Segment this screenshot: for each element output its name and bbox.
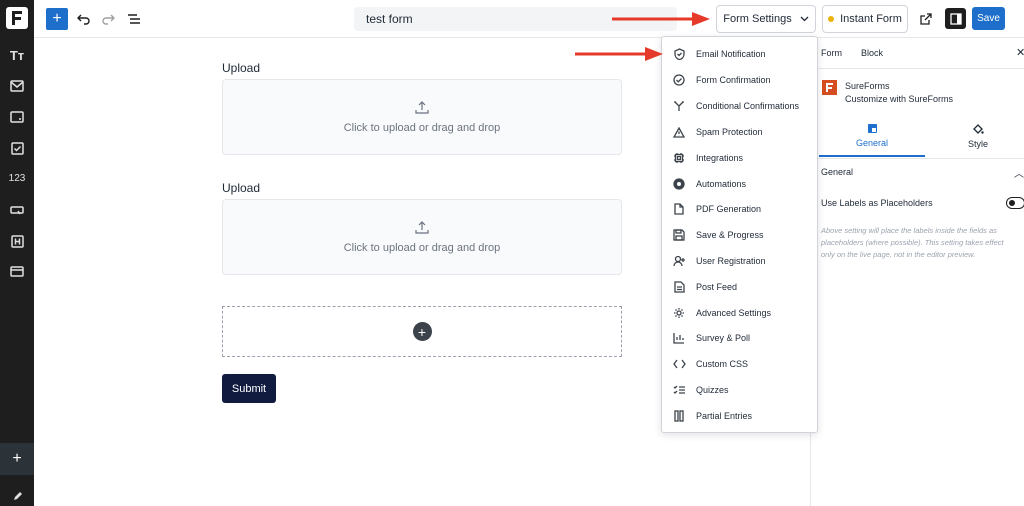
sureforms-logo-icon	[822, 80, 837, 95]
post-icon	[662, 281, 696, 293]
settings-panel-toggle-icon[interactable]	[945, 8, 966, 29]
redo-icon[interactable]	[98, 9, 118, 29]
tab-general[interactable]: General	[819, 115, 925, 157]
upload-label-1: Upload	[222, 61, 261, 75]
menu-item-advanced-settings[interactable]: Advanced Settings	[662, 302, 817, 324]
save-icon	[662, 229, 696, 241]
save-button[interactable]: Save	[972, 7, 1005, 30]
warning-icon	[662, 126, 696, 138]
shield-icon	[662, 48, 696, 60]
text-icon[interactable]: Tт	[0, 45, 34, 65]
upload-label-2: Upload	[222, 181, 261, 195]
brand-name: SureForms	[845, 81, 890, 91]
tab-block[interactable]: Block	[861, 48, 883, 58]
top-toolbar: + test form Form Settings Instant Form S…	[34, 0, 1024, 38]
pencil-icon[interactable]	[0, 486, 34, 506]
quiz-icon	[662, 385, 696, 396]
form-settings-menu: Email Notification Form Confirmation Con…	[661, 36, 818, 433]
tab-form[interactable]: Form	[821, 48, 842, 58]
menu-item-post-feed[interactable]: Post Feed	[662, 276, 817, 298]
annotation-arrow-icon	[575, 47, 663, 61]
status-dot-icon	[828, 16, 835, 22]
menu-item-survey-poll[interactable]: Survey & Poll	[662, 327, 817, 349]
upload-prompt-1: Click to upload or drag and drop	[343, 122, 501, 134]
branch-icon	[662, 100, 696, 112]
card-icon[interactable]	[0, 261, 34, 281]
block-sidebar: Tт 123 +	[0, 0, 34, 506]
menu-item-user-registration[interactable]: User Registration	[662, 250, 817, 272]
list-view-icon[interactable]	[124, 9, 144, 29]
brand-subtitle: Customize with SureForms	[845, 94, 954, 104]
menu-item-partial-entries[interactable]: Partial Entries	[662, 405, 817, 427]
divider	[811, 68, 1024, 69]
undo-icon[interactable]	[74, 9, 94, 29]
instant-form-button[interactable]: Instant Form	[822, 5, 908, 33]
external-link-icon[interactable]	[916, 9, 936, 29]
instant-form-label: Instant Form	[840, 13, 902, 25]
menu-item-custom-css[interactable]: Custom CSS	[662, 353, 817, 375]
mail-icon[interactable]	[0, 76, 34, 96]
partial-icon	[662, 410, 696, 422]
chevron-up-icon[interactable]: ︿	[1014, 165, 1024, 180]
upload-icon	[415, 221, 429, 234]
document-icon	[662, 203, 696, 215]
checkbox-icon[interactable]	[0, 138, 34, 158]
upload-prompt-2: Click to upload or drag and drop	[343, 242, 501, 254]
gear-icon	[662, 307, 696, 319]
user-plus-icon	[662, 255, 696, 267]
divider	[811, 158, 1024, 159]
add-block-button[interactable]: +	[46, 8, 68, 30]
use-labels-toggle[interactable]	[1006, 197, 1024, 209]
logo-icon[interactable]	[6, 7, 28, 29]
paint-bucket-icon	[973, 124, 984, 134]
menu-item-automations[interactable]: Automations	[662, 173, 817, 195]
form-settings-label: Form Settings	[723, 13, 792, 25]
upload-dropzone-1[interactable]: Click to upload or drag and drop	[222, 79, 622, 155]
bar-chart-icon	[662, 332, 696, 344]
section-title[interactable]: General	[821, 167, 853, 177]
tab-style[interactable]: Style	[925, 115, 1024, 157]
annotation-arrow-icon	[612, 12, 710, 26]
settings-panel: Form Block ✕ SureForms Customize with Su…	[810, 39, 1024, 506]
submit-button[interactable]: Submit	[222, 374, 276, 403]
plus-icon[interactable]: +	[0, 443, 34, 475]
menu-item-quizzes[interactable]: Quizzes	[662, 379, 817, 401]
check-circle-icon	[662, 74, 696, 86]
close-icon[interactable]: ✕	[1016, 46, 1024, 59]
form-settings-button[interactable]: Form Settings	[716, 5, 816, 33]
code-icon	[662, 359, 696, 369]
menu-item-save-progress[interactable]: Save & Progress	[662, 224, 817, 246]
use-labels-option-label: Use Labels as Placeholders	[821, 198, 933, 208]
button-icon[interactable]	[0, 200, 34, 220]
menu-item-email-notification[interactable]: Email Notification	[662, 43, 817, 65]
menu-item-spam-protection[interactable]: Spam Protection	[662, 121, 817, 143]
number-icon[interactable]: 123	[0, 168, 34, 188]
add-block-area[interactable]: +	[222, 306, 622, 357]
menu-item-pdf-generation[interactable]: PDF Generation	[662, 198, 817, 220]
input-icon[interactable]	[0, 107, 34, 127]
chevron-down-icon	[800, 16, 809, 22]
heading-icon[interactable]	[0, 231, 34, 251]
upload-dropzone-2[interactable]: Click to upload or drag and drop	[222, 199, 622, 275]
upload-icon	[415, 101, 429, 114]
menu-item-integrations[interactable]: Integrations	[662, 147, 817, 169]
menu-item-form-confirmation[interactable]: Form Confirmation	[662, 69, 817, 91]
chip-icon	[662, 152, 696, 164]
general-icon	[867, 123, 877, 133]
plus-circle-icon[interactable]: +	[412, 322, 432, 341]
help-text: Above setting will place the labels insi…	[821, 226, 1004, 259]
automation-icon	[662, 178, 696, 190]
menu-item-conditional-confirmations[interactable]: Conditional Confirmations	[662, 95, 817, 117]
